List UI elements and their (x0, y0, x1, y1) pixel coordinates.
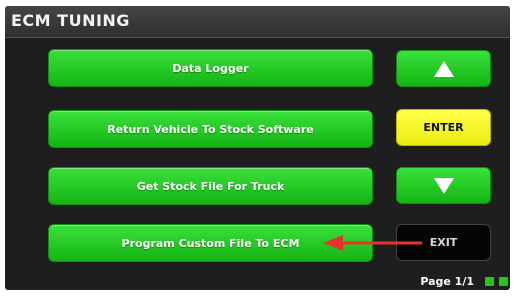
get-stock-file-button[interactable]: Get Stock File For Truck (48, 167, 373, 205)
status-footer: Page 1/1 (5, 274, 510, 290)
page-indicator: Page 1/1 (420, 275, 474, 288)
program-custom-file-button[interactable]: Program Custom File To ECM (48, 224, 373, 262)
title-bar: ECM TUNING (5, 6, 510, 38)
status-led (485, 277, 494, 286)
screen-title: ECM TUNING (11, 11, 130, 30)
enter-button[interactable]: ENTER (396, 109, 491, 146)
status-led (499, 277, 508, 286)
scroll-down-button[interactable] (396, 167, 491, 204)
scroll-up-button[interactable] (396, 50, 491, 87)
down-arrow-icon (433, 177, 454, 194)
exit-button[interactable]: EXIT (396, 224, 491, 261)
data-logger-button[interactable]: Data Logger (48, 49, 373, 87)
return-to-stock-button[interactable]: Return Vehicle To Stock Software (48, 110, 373, 148)
device-screen: ECM TUNING Data Logger Return Vehicle To… (5, 6, 510, 290)
up-arrow-icon (433, 60, 454, 77)
